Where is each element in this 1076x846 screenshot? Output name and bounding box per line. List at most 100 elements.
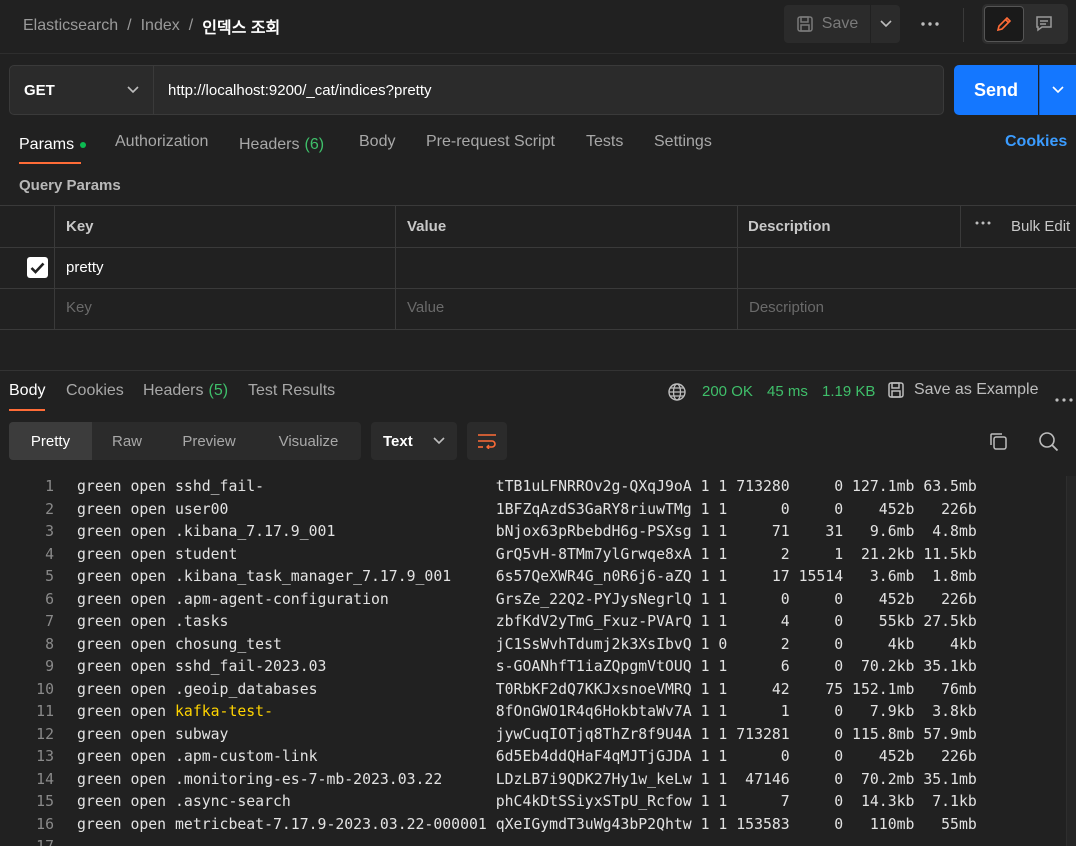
edit-mode-button[interactable] <box>984 6 1024 42</box>
url-input[interactable]: http://localhost:9200/_cat/indices?prett… <box>153 65 944 115</box>
method-label: GET <box>24 81 55 99</box>
cookies-link[interactable]: Cookies <box>1005 133 1067 151</box>
breadcrumb-separator: / <box>127 17 132 34</box>
new-param-key-input[interactable]: Key <box>66 299 92 316</box>
wrap-lines-button[interactable] <box>467 422 507 460</box>
save-options-button[interactable] <box>871 5 900 43</box>
save-as-example-button[interactable]: Save as Example <box>887 381 1039 399</box>
index-health-status: green open <box>77 748 175 765</box>
breadcrumb-current-request[interactable]: 인덱스 조회 <box>202 14 280 38</box>
ellipsis-icon <box>921 22 939 26</box>
response-tab-test-results[interactable]: Test Results <box>248 382 335 400</box>
response-scrollbar[interactable] <box>1066 476 1076 846</box>
save-button[interactable]: Save <box>784 5 870 43</box>
send-options-button[interactable] <box>1039 65 1076 115</box>
code-text: green open .kibana_task_manager_7.17.9_0… <box>56 566 977 589</box>
tab-settings[interactable]: Settings <box>654 133 712 157</box>
status-code[interactable]: 200 OK <box>702 383 753 400</box>
code-text: green open .geoip_databases T0RbKF2dQ7KK… <box>56 679 977 702</box>
response-tab-headers[interactable]: Headers (5) <box>143 382 228 400</box>
code-line: 15 green open .async-search phC4kDtSSiyxS… <box>0 791 1066 814</box>
index-name: sshd_fail-2023.03 <box>175 658 327 675</box>
format-pretty-button[interactable]: Pretty <box>9 422 92 460</box>
index-stats: 1BFZqAzdS3GaRY8riuwTMg 1 1 0 0 452b 226b <box>495 500 977 518</box>
new-param-value-input[interactable]: Value <box>407 299 444 316</box>
breadcrumb-item-folder[interactable]: Index <box>141 17 180 35</box>
method-select[interactable]: GET <box>9 65 154 115</box>
index-name: user00 <box>175 500 229 518</box>
code-line: 10 green open .geoip_databases T0RbKF2dQ7… <box>0 679 1066 702</box>
code-line: 9 green open sshd_fail-2023.03 s-GOANhfT1… <box>0 656 1066 679</box>
code-line: 16 green open metricbeat-7.17.9-2023.03.2… <box>0 814 1066 837</box>
query-params-title: Query Params <box>19 177 121 194</box>
index-health-status: green open <box>77 478 175 495</box>
column-options-button[interactable] <box>975 221 991 225</box>
more-actions-button[interactable] <box>912 5 948 43</box>
line-number: 12 <box>36 725 54 743</box>
code-line: 4 green open student GrQ5vH-8TMm7ylGrwqe8… <box>0 544 1066 567</box>
index-health-status: green open <box>77 658 175 675</box>
index-name: .kibana_task_manager_7.17.9_001 <box>175 568 452 585</box>
pencil-icon <box>996 16 1012 32</box>
params-active-dot <box>80 142 87 148</box>
copy-icon[interactable] <box>988 431 1008 455</box>
line-number: 10 <box>36 680 54 698</box>
code-line: 13 green open .apm-custom-link 6d5Eb4ddQH… <box>0 746 1066 769</box>
response-size[interactable]: 1.19 KB <box>822 383 875 400</box>
index-stats: jywCuqIOTjq8ThZr8f9U4A 1 1 713281 0 115.… <box>495 725 977 743</box>
response-more-button[interactable] <box>1055 389 1073 406</box>
param-enabled-checkbox[interactable] <box>27 257 48 278</box>
tab-authorization[interactable]: Authorization <box>115 133 208 157</box>
column-padding <box>326 658 495 675</box>
tab-body[interactable]: Body <box>359 133 395 157</box>
index-stats: tTB1uLFNRROv2g-QXqJ9oA 1 1 713280 0 127.… <box>495 478 977 495</box>
tab-prerequest-script[interactable]: Pre-request Script <box>426 133 555 157</box>
code-line: 5 green open .kibana_task_manager_7.17.9_… <box>0 566 1066 589</box>
send-button[interactable]: Send <box>954 65 1038 115</box>
index-stats: GrQ5vH-8TMm7ylGrwqe8xA 1 1 2 1 21.2kb 11… <box>495 545 977 563</box>
code-line: 14 green open .monitoring-es-7-mb-2023.03… <box>0 769 1066 792</box>
tab-params[interactable]: Params <box>19 133 87 157</box>
index-health-status: green open <box>77 545 175 563</box>
table-row-divider <box>0 329 1076 330</box>
code-text: green open student GrQ5vH-8TMm7ylGrwqe8x… <box>56 544 977 567</box>
tab-headers[interactable]: Headers (6) <box>239 133 324 157</box>
active-tab-indicator <box>19 162 81 164</box>
index-name: student <box>175 545 238 563</box>
column-padding <box>228 726 495 743</box>
response-body-editor[interactable]: 1 green open sshd_fail- tTB1uLFNRROv2g-QX… <box>0 476 1066 846</box>
index-health-status: green open <box>77 770 175 788</box>
breadcrumb: Elasticsearch / Index / 인덱스 조회 <box>23 14 280 38</box>
code-line: 6 green open .apm-agent-configuration Grs… <box>0 589 1066 612</box>
send-label: Send <box>973 79 1018 100</box>
response-tab-body[interactable]: Body <box>9 382 45 400</box>
new-param-description-input[interactable]: Description <box>749 299 824 316</box>
code-line: 1 green open sshd_fail- tTB1uLFNRROv2g-QX… <box>0 476 1066 499</box>
response-type-select[interactable]: Text <box>371 422 457 460</box>
param-description-cell[interactable] <box>738 248 1076 288</box>
column-padding <box>318 748 496 765</box>
bulk-edit-button[interactable]: Bulk Edit <box>1011 218 1070 235</box>
code-line: 3 green open .kibana_7.17.9_001 bNjox63pR… <box>0 521 1066 544</box>
response-tab-headers-label: Headers <box>143 382 204 399</box>
tab-tests[interactable]: Tests <box>586 133 623 157</box>
comments-button[interactable] <box>1024 6 1064 42</box>
response-time[interactable]: 45 ms <box>767 383 808 400</box>
response-tab-cookies[interactable]: Cookies <box>66 382 124 400</box>
globe-icon[interactable] <box>667 382 687 406</box>
column-padding <box>442 771 495 788</box>
line-number: 1 <box>45 478 54 495</box>
format-raw-button[interactable]: Raw <box>92 422 162 460</box>
param-key-cell[interactable]: pretty <box>66 259 104 276</box>
format-preview-button[interactable]: Preview <box>162 422 256 460</box>
url-text: http://localhost:9200/_cat/indices?prett… <box>168 81 432 99</box>
index-name: subway <box>175 725 229 743</box>
breadcrumb-item-collection[interactable]: Elasticsearch <box>23 17 118 35</box>
index-stats: jC1SsWvhTdumj2k3XsIbvQ 1 0 2 0 4kb 4kb <box>495 635 977 653</box>
param-value-cell[interactable] <box>396 248 737 288</box>
line-number: 11 <box>36 703 54 720</box>
search-icon[interactable] <box>1038 431 1059 456</box>
response-divider <box>0 370 1076 371</box>
format-visualize-button[interactable]: Visualize <box>256 422 361 460</box>
